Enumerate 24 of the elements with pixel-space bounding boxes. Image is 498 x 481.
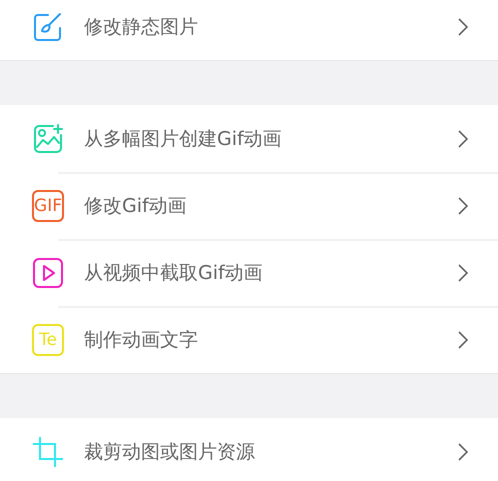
play-icon: [32, 256, 64, 288]
menu-item[interactable]: 裁剪动图或图片资源: [0, 418, 498, 481]
chevron-icon: [458, 330, 468, 348]
item-label: 从视频中截取Gif动画: [84, 260, 264, 286]
gif-icon: GIF: [32, 190, 64, 222]
menu-item[interactable]: 从多幅图片创建Gif动画: [0, 105, 498, 172]
menu-item[interactable]: 修改静态图片: [0, 0, 498, 60]
chevron-icon: [458, 264, 468, 282]
crop-icon: [32, 436, 64, 468]
item-label: 修改Gif动画: [84, 194, 188, 218]
item-label: 从多幅图片创建Gif动画: [84, 126, 283, 152]
chevron-icon: [458, 196, 468, 214]
text-icon: Te: [32, 324, 64, 356]
menu-item[interactable]: GIF 修改Gif动画: [0, 172, 498, 239]
brush-icon: [32, 11, 64, 43]
item-label: 修改静态图片: [84, 15, 199, 40]
chevron-icon: [458, 442, 468, 460]
menu-item[interactable]: 从视频中截取Gif动画: [0, 239, 498, 306]
item-label: 裁剪动图或图片资源: [84, 440, 256, 464]
chevron-icon: [458, 130, 468, 148]
item-label: 制作动画文字: [84, 328, 199, 352]
menu-item[interactable]: Te 制作动画文字: [0, 306, 498, 373]
image-add-icon: [32, 122, 64, 154]
chevron-icon: [458, 18, 468, 36]
